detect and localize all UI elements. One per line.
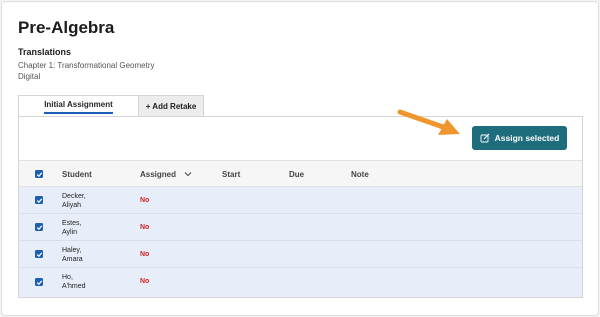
tab-add-retake[interactable]: + Add Retake <box>139 95 204 117</box>
tab-initial-assignment-label: Initial Assignment <box>44 98 113 114</box>
check-icon <box>36 251 42 257</box>
student-name: Haley, Amara <box>62 246 83 264</box>
row-checkbox[interactable] <box>35 250 43 258</box>
assignment-tabs: Initial Assignment + Add Retake <box>18 95 204 117</box>
student-first-name: Amara <box>62 256 83 263</box>
table-header: Student Assigned Start Due Note <box>19 160 582 187</box>
table-row: Ho, A'hmed No <box>19 268 582 297</box>
student-name: Decker, Aliyah <box>62 192 86 210</box>
student-first-name: Aylin <box>62 229 78 236</box>
tab-initial-assignment[interactable]: Initial Assignment <box>18 95 139 117</box>
student-last-name: Estes, <box>62 220 82 227</box>
row-checkbox[interactable] <box>35 278 43 286</box>
page-title: Pre-Algebra <box>18 18 115 37</box>
student-name: Estes, Aylin <box>62 219 81 237</box>
check-icon <box>36 279 42 285</box>
student-last-name: Ho, <box>62 274 73 281</box>
edit-icon <box>480 133 490 143</box>
header-assigned-label: Assigned <box>140 170 177 179</box>
assign-selected-label: Assign selected <box>494 133 560 143</box>
header-start[interactable]: Start <box>222 170 240 179</box>
header-note[interactable]: Note <box>351 170 369 179</box>
check-icon <box>36 224 42 230</box>
header-student[interactable]: Student <box>62 170 92 179</box>
assigned-status: No <box>140 278 150 285</box>
assigned-status: No <box>140 197 150 204</box>
select-all-checkbox[interactable] <box>35 170 43 178</box>
chapter-label: Chapter 1: Transformational Geometry <box>18 61 155 70</box>
student-last-name: Haley, <box>62 247 82 254</box>
table-row: Decker, Aliyah No <box>19 187 582 214</box>
check-icon <box>36 197 42 203</box>
student-first-name: A'hmed <box>62 283 86 290</box>
arrow-icon <box>397 109 460 135</box>
student-first-name: Aliyah <box>62 202 82 209</box>
format-label: Digital <box>18 72 41 81</box>
assigned-status: No <box>140 224 150 231</box>
lesson-title: Translations <box>18 47 72 57</box>
assign-selected-button[interactable]: Assign selected <box>472 126 567 150</box>
header-due[interactable]: Due <box>289 170 304 179</box>
student-last-name: Decker, <box>62 193 86 200</box>
student-name: Ho, A'hmed <box>62 273 86 291</box>
chevron-down-icon <box>184 172 192 177</box>
row-checkbox[interactable] <box>35 223 43 231</box>
table-row: Estes, Aylin No <box>19 214 582 241</box>
header-assigned[interactable]: Assigned <box>140 170 192 179</box>
assigned-status: No <box>140 251 150 258</box>
row-checkbox[interactable] <box>35 196 43 204</box>
table-row: Haley, Amara No <box>19 241 582 268</box>
check-icon <box>36 171 42 177</box>
